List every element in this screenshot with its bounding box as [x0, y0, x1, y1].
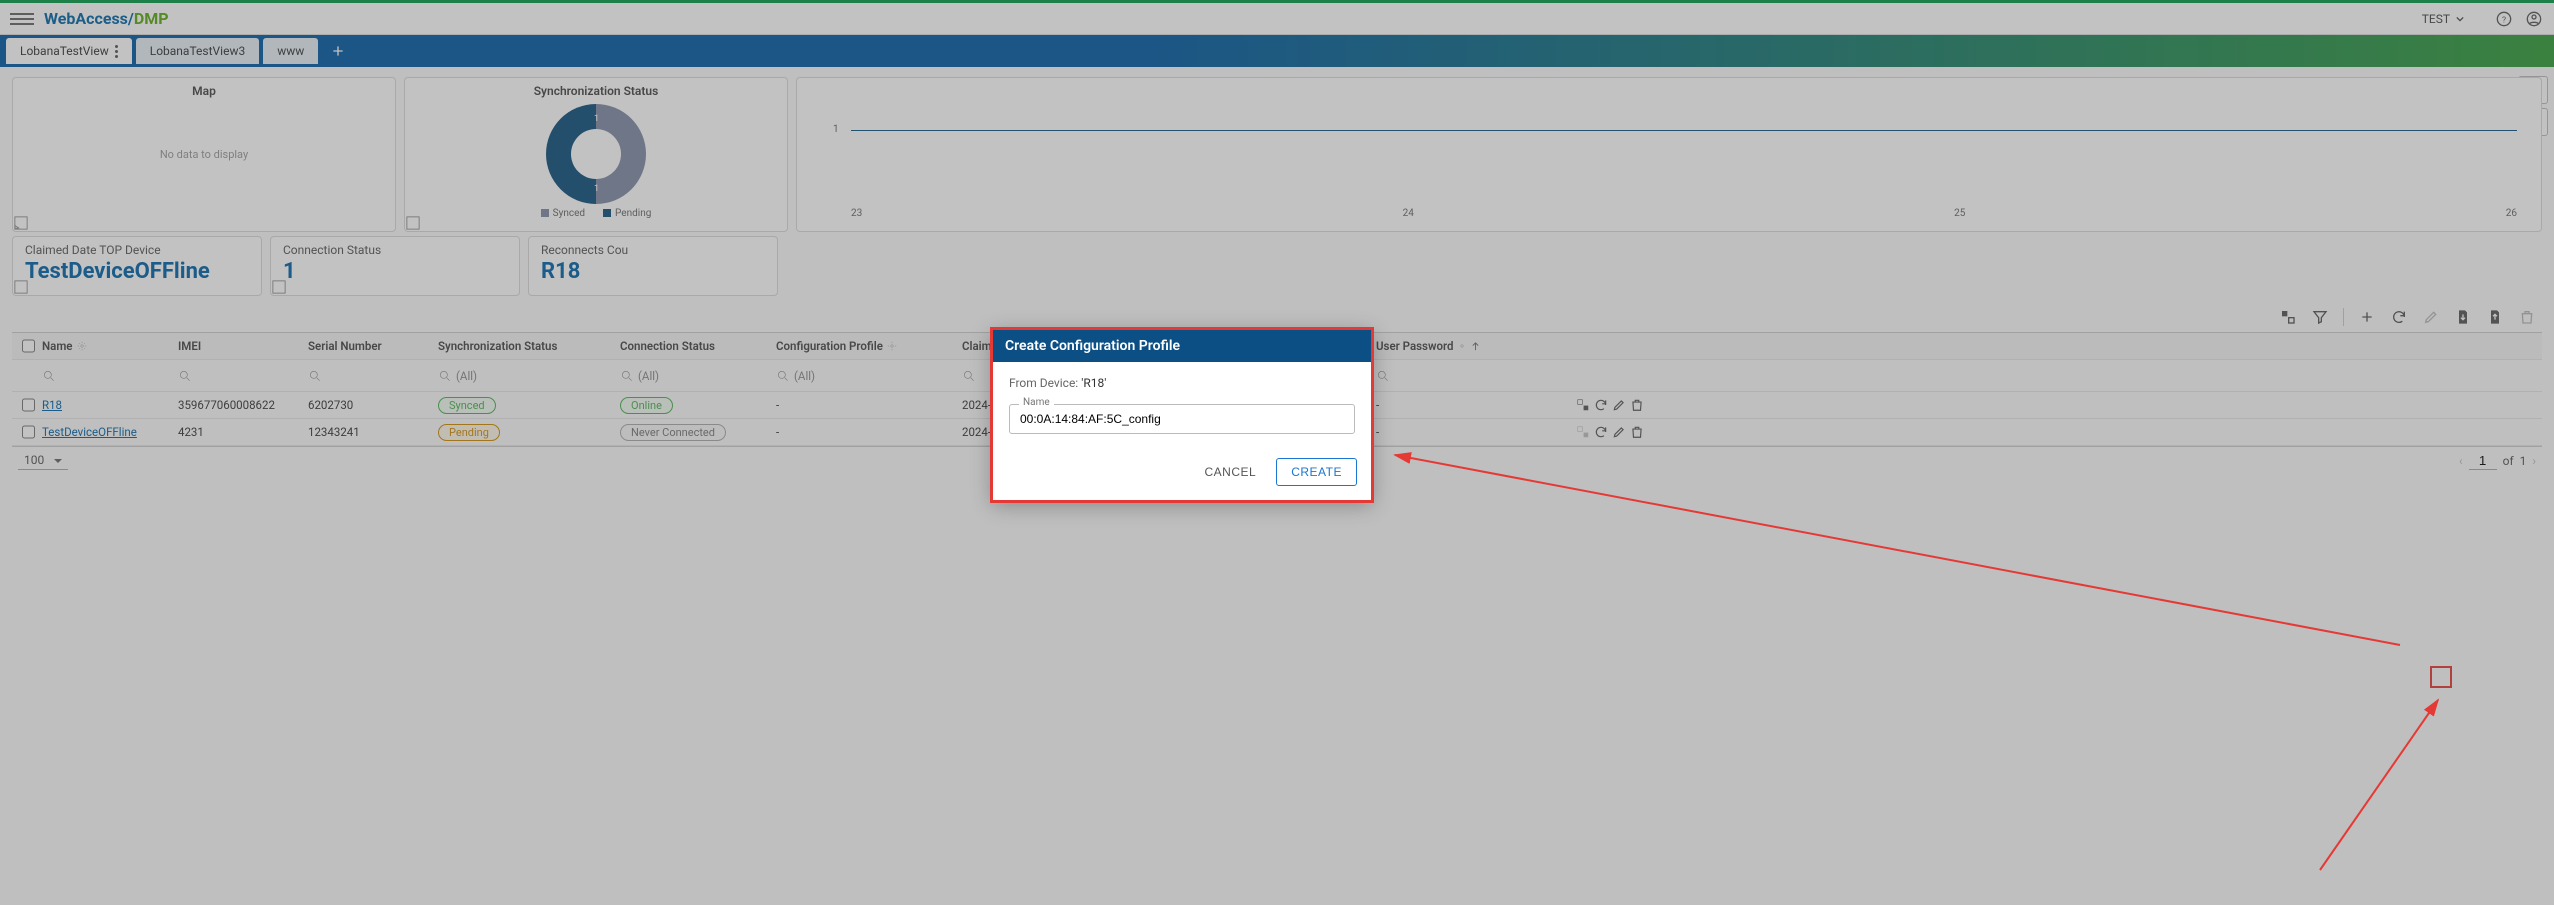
cancel-button[interactable]: CANCEL [1195, 458, 1267, 486]
profile-name-input[interactable] [1009, 404, 1355, 434]
create-button[interactable]: CREATE [1276, 458, 1357, 486]
from-device-value: R18 [1083, 376, 1104, 390]
from-device-label: From Device: [1009, 376, 1078, 390]
modal-title: Create Configuration Profile [993, 330, 1371, 362]
name-field-label: Name [1019, 397, 1054, 408]
create-profile-modal: Create Configuration Profile From Device… [992, 329, 1372, 501]
